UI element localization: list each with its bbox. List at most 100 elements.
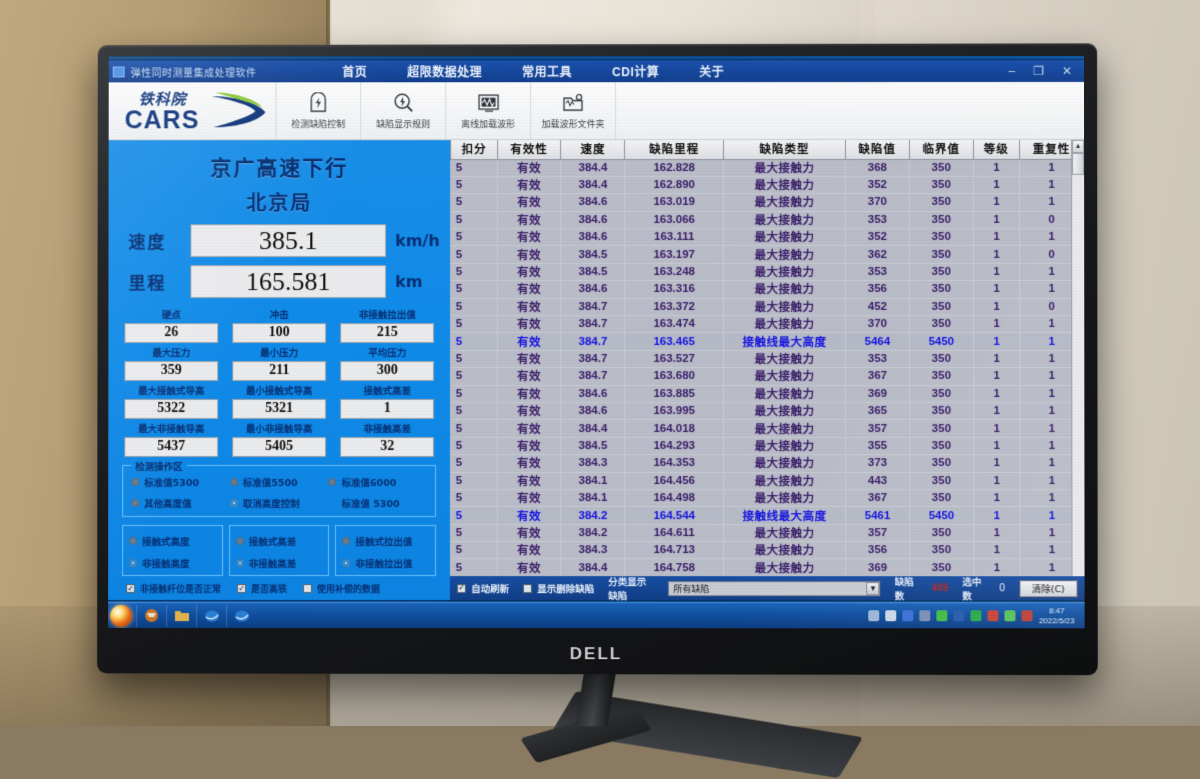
taskbar-clock[interactable]: 8:47 2022/5/23	[1039, 607, 1079, 625]
table-row[interactable]: 5 有效 384.4 164.758 最大接触力 369 350 1 1	[450, 559, 1085, 577]
detection-control-option[interactable]: 标准值5500	[229, 475, 329, 489]
column-header[interactable]: 缺陷里程	[624, 140, 724, 160]
detection-control-option[interactable]: 标准值 5300	[328, 496, 427, 510]
table-row[interactable]: 5 有效 384.6 163.111 最大接触力 352 350 1 1	[450, 228, 1084, 247]
table-row[interactable]: 5 有效 384.6 163.066 最大接触力 353 350 1 0	[450, 211, 1084, 229]
tray-icon-battery[interactable]	[936, 610, 948, 622]
table-row[interactable]: 5 有效 384.5 163.197 最大接触力 362 350 1 0	[450, 245, 1084, 264]
measurement-mode-option[interactable]: 非接触高度	[129, 556, 216, 570]
table-row[interactable]: 5 有效 384.1 164.456 最大接触力 443 350 1 1	[450, 472, 1084, 490]
menu-item-cdi[interactable]: CDI计算	[612, 63, 659, 80]
radio-icon[interactable]	[342, 559, 351, 568]
table-row[interactable]: 5 有效 384.7 163.465 接触线最大高度 5464 5450 1 1	[450, 332, 1084, 351]
menu-item-tools[interactable]: 常用工具	[522, 63, 572, 80]
detection-control-option[interactable]: 其他高度值	[131, 496, 230, 510]
tray-icon-bluetooth[interactable]	[902, 610, 914, 622]
tray-icon-update[interactable]	[1021, 610, 1033, 622]
table-vertical-scrollbar[interactable]: ▲	[1071, 139, 1085, 577]
toolbar-item-offline-waveform[interactable]: 离线加载波形	[446, 82, 532, 140]
detection-control-option[interactable]: 标准值6000	[328, 475, 427, 489]
scrollbar-thumb[interactable]	[1072, 152, 1085, 175]
tray-icon-volume[interactable]	[953, 610, 965, 622]
minimize-icon[interactable]: –	[1008, 64, 1015, 78]
taskbar-icon-app-1[interactable]	[195, 604, 226, 627]
table-row[interactable]: 5 有效 384.6 163.019 最大接触力 370 350 1 1	[450, 193, 1084, 212]
detection-control-option[interactable]: 取消高度控制	[229, 496, 329, 510]
menu-item-about[interactable]: 关于	[699, 63, 724, 80]
menu-item-overlimit-data[interactable]: 超限数据处理	[407, 63, 482, 80]
taskbar-icon-folder[interactable]	[166, 604, 197, 627]
column-header[interactable]: 扣分	[450, 140, 498, 160]
table-row[interactable]: 5 有效 384.5 163.248 最大接触力 353 350 1 1	[450, 263, 1084, 281]
measurement-mode-option[interactable]: 接触式高差	[235, 534, 323, 548]
classify-display-label[interactable]: 分类显示缺陷	[608, 574, 654, 602]
menu-item-home[interactable]: 首页	[342, 63, 367, 80]
show-deleted-checkbox[interactable]: 显示删除缺陷	[523, 581, 594, 595]
table-row[interactable]: 5 有效 384.2 164.544 接触线最大高度 5461 5450 1 1	[450, 506, 1084, 525]
defect-filter-select[interactable]: 所有缺陷 ▼	[668, 580, 881, 596]
scroll-up-icon[interactable]: ▲	[1072, 139, 1085, 153]
measurement-mode-option[interactable]: 非接触拉出值	[342, 556, 429, 570]
tray-icon-network[interactable]	[868, 610, 880, 622]
close-icon[interactable]: ✕	[1062, 64, 1072, 78]
radio-icon[interactable]	[342, 537, 351, 546]
checkbox-icon[interactable]: ✓	[237, 584, 247, 594]
toolbar-item-detect-defect[interactable]: 检测缺陷控制	[276, 82, 362, 140]
table-row[interactable]: 5 有效 384.6 163.995 最大接触力 365 350 1 1	[450, 402, 1084, 420]
clear-button[interactable]: 清除(C)	[1019, 579, 1078, 597]
checkbox-icon[interactable]: ✓	[126, 584, 136, 594]
table-row[interactable]: 5 有效 384.7 163.680 最大接触力 367 350 1 1	[450, 367, 1084, 386]
table-row[interactable]: 5 有效 384.4 162.890 最大接触力 352 350 1 1	[450, 176, 1084, 194]
radio-icon[interactable]	[235, 559, 244, 568]
table-row[interactable]: 5 有效 384.7 163.474 最大接触力 370 350 1 1	[450, 315, 1084, 333]
option-checkbox[interactable]: ✓ 非接触杆位是否正常	[126, 582, 221, 595]
table-row[interactable]: 5 有效 384.3 164.353 最大接触力 373 350 1 1	[450, 454, 1084, 473]
auto-refresh-checkbox[interactable]: ✓ 自动刷新	[457, 581, 509, 595]
radio-icon[interactable]	[229, 498, 238, 508]
measurement-mode-option[interactable]: 非接触高差	[235, 556, 323, 570]
radio-icon[interactable]	[131, 477, 140, 486]
column-header[interactable]: 速度	[560, 140, 625, 160]
radio-icon[interactable]	[328, 478, 337, 487]
column-header[interactable]: 等级	[973, 139, 1020, 159]
table-row[interactable]: 5 有效 384.6 163.885 最大接触力 369 350 1 1	[450, 385, 1084, 403]
toolbar-item-defect-rule[interactable]: 缺陷显示规则	[361, 82, 447, 140]
table-row[interactable]: 5 有效 384.1 164.498 最大接触力 367 350 1 1	[450, 489, 1084, 507]
chevron-down-icon[interactable]: ▼	[866, 581, 880, 595]
table-row[interactable]: 5 有效 384.6 163.316 最大接触力 356 350 1 1	[450, 280, 1084, 299]
tray-icon-alert[interactable]	[987, 610, 999, 622]
radio-icon[interactable]	[129, 536, 138, 545]
radio-icon[interactable]	[229, 477, 238, 486]
metric-label: 最小压力	[260, 348, 299, 360]
detection-control-option[interactable]: 标准值5300	[131, 475, 230, 489]
tray-icon-shield[interactable]	[970, 610, 982, 622]
tray-icon-sync[interactable]	[1004, 610, 1016, 622]
measurement-mode-option[interactable]: 接触式高度	[129, 534, 216, 548]
start-button-icon[interactable]	[110, 604, 133, 627]
table-row[interactable]: 5 有效 384.4 162.828 最大接触力 368 350 1 1	[450, 158, 1084, 177]
table-row[interactable]: 5 有效 384.2 164.611 最大接触力 357 350 1 1	[450, 524, 1085, 542]
radio-icon[interactable]	[129, 558, 138, 567]
table-row[interactable]: 5 有效 384.4 164.018 最大接触力 357 350 1 1	[450, 419, 1084, 438]
maximize-icon[interactable]: ❐	[1033, 64, 1044, 78]
taskbar-icon-browser[interactable]	[136, 604, 167, 627]
table-row[interactable]: 5 有效 384.7 163.372 最大接触力 452 350 1 0	[450, 298, 1084, 316]
toolbar-item-waveform-folder[interactable]: 加载波形文件夹	[531, 82, 616, 140]
measurement-mode-option[interactable]: 接触式拉出值	[342, 534, 429, 548]
table-row[interactable]: 5 有效 384.7 163.527 最大接触力 353 350 1 1	[450, 350, 1084, 368]
table-row[interactable]: 5 有效 384.3 164.713 最大接触力 356 350 1 1	[450, 541, 1085, 560]
table-row[interactable]: 5 有效 384.5 164.293 最大接触力 355 350 1 1	[450, 437, 1084, 455]
option-checkbox[interactable]: 使用补偿的数据	[303, 582, 380, 595]
column-header[interactable]: 临界值	[909, 139, 974, 159]
column-header[interactable]: 缺陷类型	[723, 140, 846, 160]
option-checkbox[interactable]: ✓ 是否高铁	[237, 582, 287, 595]
taskbar-icon-app-2[interactable]	[225, 604, 256, 627]
column-header[interactable]: 缺陷值	[845, 139, 910, 160]
radio-icon[interactable]	[131, 498, 140, 507]
radio-icon[interactable]	[235, 537, 244, 546]
column-header[interactable]: 有效性	[497, 140, 562, 160]
tray-icon-usb[interactable]	[919, 610, 931, 622]
tray-icon-display[interactable]	[885, 610, 897, 622]
checkbox-icon[interactable]	[303, 584, 313, 594]
table-cell: 5450	[909, 506, 974, 525]
